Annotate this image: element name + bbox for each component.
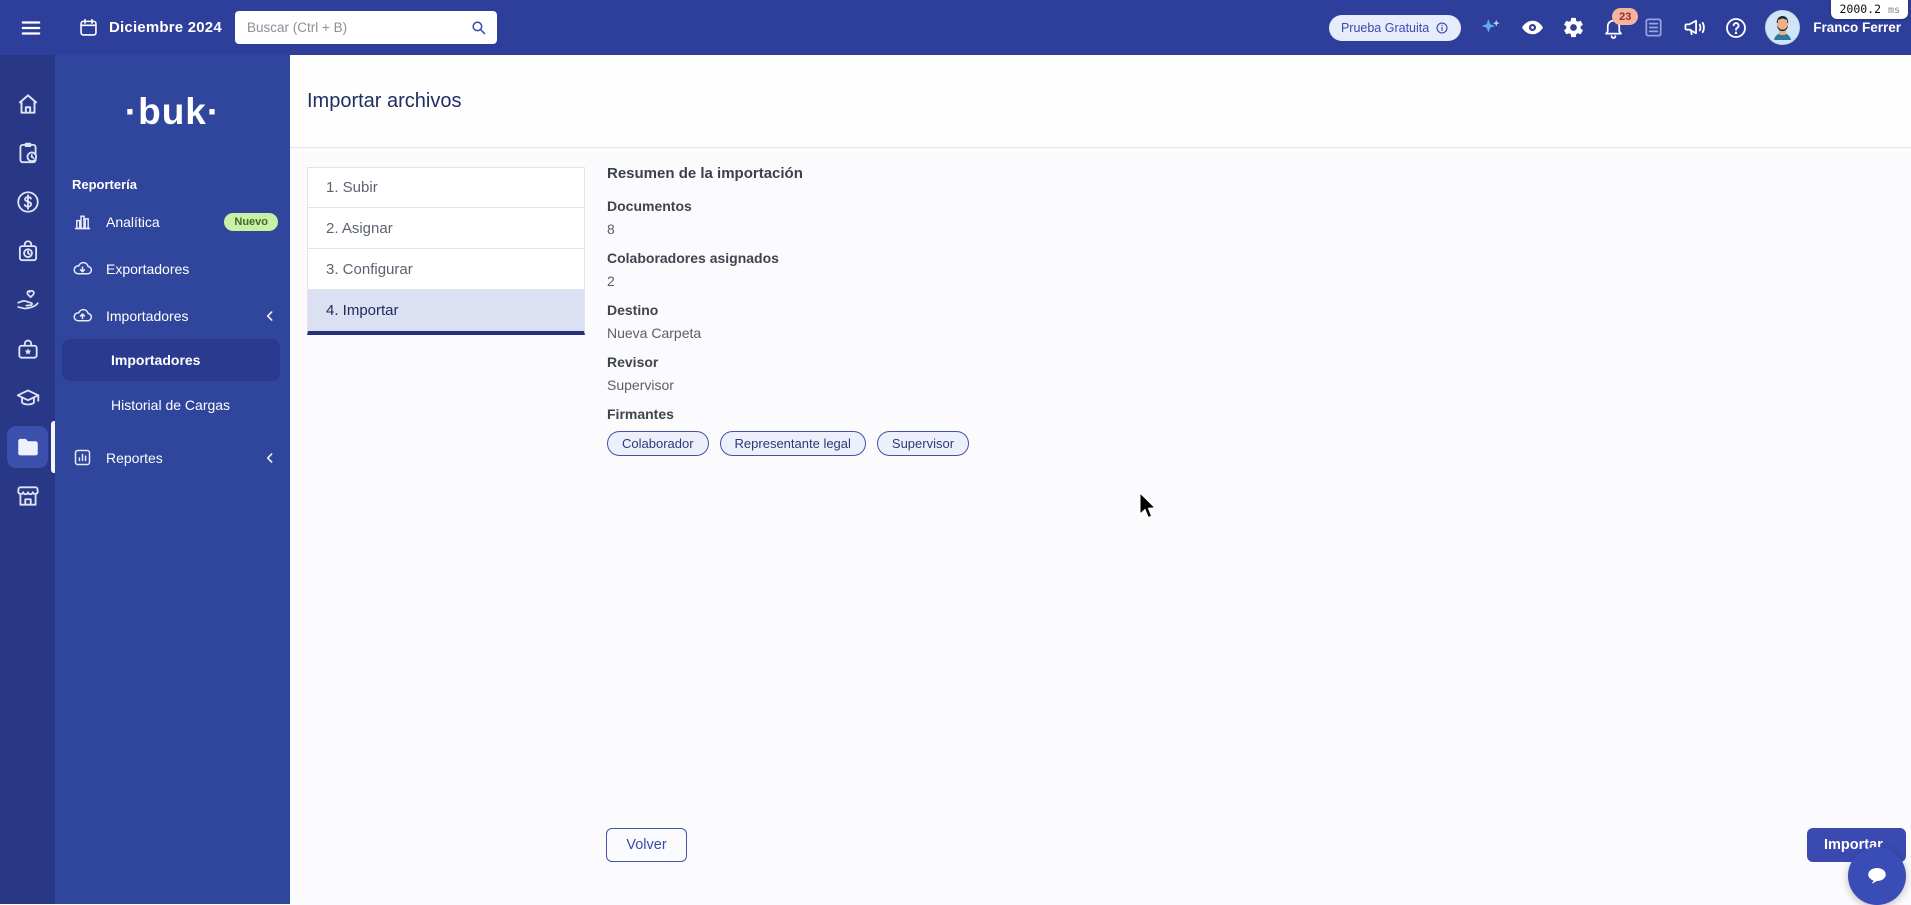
storefront-icon[interactable] [15,483,41,509]
module-rail [0,55,55,904]
sidebar-item-analitica[interactable]: Analítica Nuevo [55,198,290,245]
report-icon [72,447,93,468]
field-value: 8 [607,221,1307,237]
performance-tooltip: 2000.2 ms [1831,0,1908,19]
nuevo-badge: Nuevo [224,213,278,231]
sidebar-item-importadores[interactable]: Importadores [55,292,290,339]
step-subir[interactable]: 1. Subir [307,167,585,208]
chat-widget-button[interactable] [1848,847,1906,905]
currency-icon[interactable] [15,189,41,215]
graduation-cap-icon[interactable] [15,385,41,411]
help-icon[interactable] [1724,16,1748,40]
gear-icon[interactable] [1562,16,1585,39]
chip-supervisor[interactable]: Supervisor [877,431,969,456]
sparkles-icon[interactable] [1478,15,1503,40]
chevron-left-icon[interactable] [262,450,278,466]
step-label: 2. Asignar [326,220,393,237]
user-name[interactable]: Franco Ferrer [1813,20,1901,35]
summary-field-colaboradores: Colaboradores asignados 2 [607,250,1307,289]
performance-value: 2000.2 [1839,2,1881,16]
step-label: 1. Subir [326,179,378,196]
bar-chart-icon [72,211,93,232]
period-label[interactable]: Diciembre 2024 [109,19,222,36]
section-label: Reportería [72,177,290,192]
back-button[interactable]: Volver [606,828,687,862]
sidebar-item-label: Analítica [106,214,160,230]
bag-star-icon[interactable] [15,336,41,362]
step-configurar[interactable]: 3. Configurar [307,249,585,290]
info-icon [1435,21,1449,35]
summary-heading: Resumen de la importación [607,165,1307,182]
step-importar[interactable]: 4. Importar [307,290,585,335]
step-asignar[interactable]: 2. Asignar [307,208,585,249]
megaphone-icon[interactable] [1682,15,1707,40]
sidebar-subitem-importadores[interactable]: Importadores [62,339,280,381]
summary-field-revisor: Revisor Supervisor [607,354,1307,393]
sidebar-subitem-label: Importadores [111,352,200,368]
bag-clock-icon[interactable] [15,238,41,264]
page-title: Importar archivos [307,90,462,113]
field-label: Destino [607,302,1307,318]
search-box[interactable] [235,11,497,44]
field-label: Colaboradores asignados [607,250,1307,266]
chip-representante-legal[interactable]: Representante legal [720,431,866,456]
hamburger-menu-icon[interactable] [20,17,42,39]
sidebar-item-label: Reportes [106,450,163,466]
summary-field-destino: Destino Nueva Carpeta [607,302,1307,341]
import-summary: Resumen de la importación Documentos 8 C… [607,165,1307,469]
buk-logo[interactable]: ·buk· [55,91,290,133]
folder-icon[interactable] [15,434,41,460]
sidebar-item-label: Exportadores [106,261,189,277]
home-icon[interactable] [15,91,41,117]
search-input[interactable] [235,20,470,35]
sidebar-subitem-label: Historial de Cargas [111,397,230,413]
performance-unit: ms [1888,5,1900,16]
main-content: Importar archivos 1. Subir 2. Asignar 3.… [290,55,1911,904]
sidebar-item-label: Importadores [106,308,188,324]
clipboard-clock-icon[interactable] [15,140,41,166]
page-header: Importar archivos [290,55,1911,148]
hand-heart-icon[interactable] [15,287,41,313]
step-label: 3. Configurar [326,261,413,278]
signers-chips: Colaborador Representante legal Supervis… [607,431,1307,456]
sidebar-item-exportadores[interactable]: Exportadores [55,245,290,292]
summary-field-documentos: Documentos 8 [607,198,1307,237]
chip-colaborador[interactable]: Colaborador [607,431,709,456]
step-label: 4. Importar [326,302,399,319]
field-value: 2 [607,273,1307,289]
notification-count-badge: 23 [1612,8,1638,25]
field-label: Revisor [607,354,1307,370]
cloud-upload-icon [72,305,93,326]
eye-icon[interactable] [1520,15,1545,40]
summary-field-firmantes: Firmantes Colaborador Representante lega… [607,406,1307,456]
bell-icon[interactable]: 23 [1602,16,1625,39]
trial-badge[interactable]: Prueba Gratuita [1329,15,1461,41]
document-icon[interactable] [1642,16,1665,39]
chat-bubble-icon [1862,861,1892,891]
field-label: Firmantes [607,406,1307,422]
field-label: Documentos [607,198,1307,214]
search-icon[interactable] [470,19,487,36]
field-value: Supervisor [607,377,1307,393]
field-value: Nueva Carpeta [607,325,1307,341]
avatar[interactable] [1765,10,1800,45]
cloud-download-icon [72,258,93,279]
wizard-steps: 1. Subir 2. Asignar 3. Configurar 4. Imp… [307,167,585,335]
sidebar: ·buk· Reportería Analítica Nuevo Exporta… [0,55,290,904]
sidebar-panel: ·buk· Reportería Analítica Nuevo Exporta… [55,55,290,904]
calendar-icon[interactable] [78,17,99,38]
chevron-left-icon[interactable] [262,308,278,324]
trial-badge-label: Prueba Gratuita [1341,21,1429,35]
sidebar-subitem-historial-de-cargas[interactable]: Historial de Cargas [62,384,280,426]
topbar: Diciembre 2024 Prueba Gratuita [0,0,1911,55]
sidebar-item-reportes[interactable]: Reportes [55,434,290,481]
